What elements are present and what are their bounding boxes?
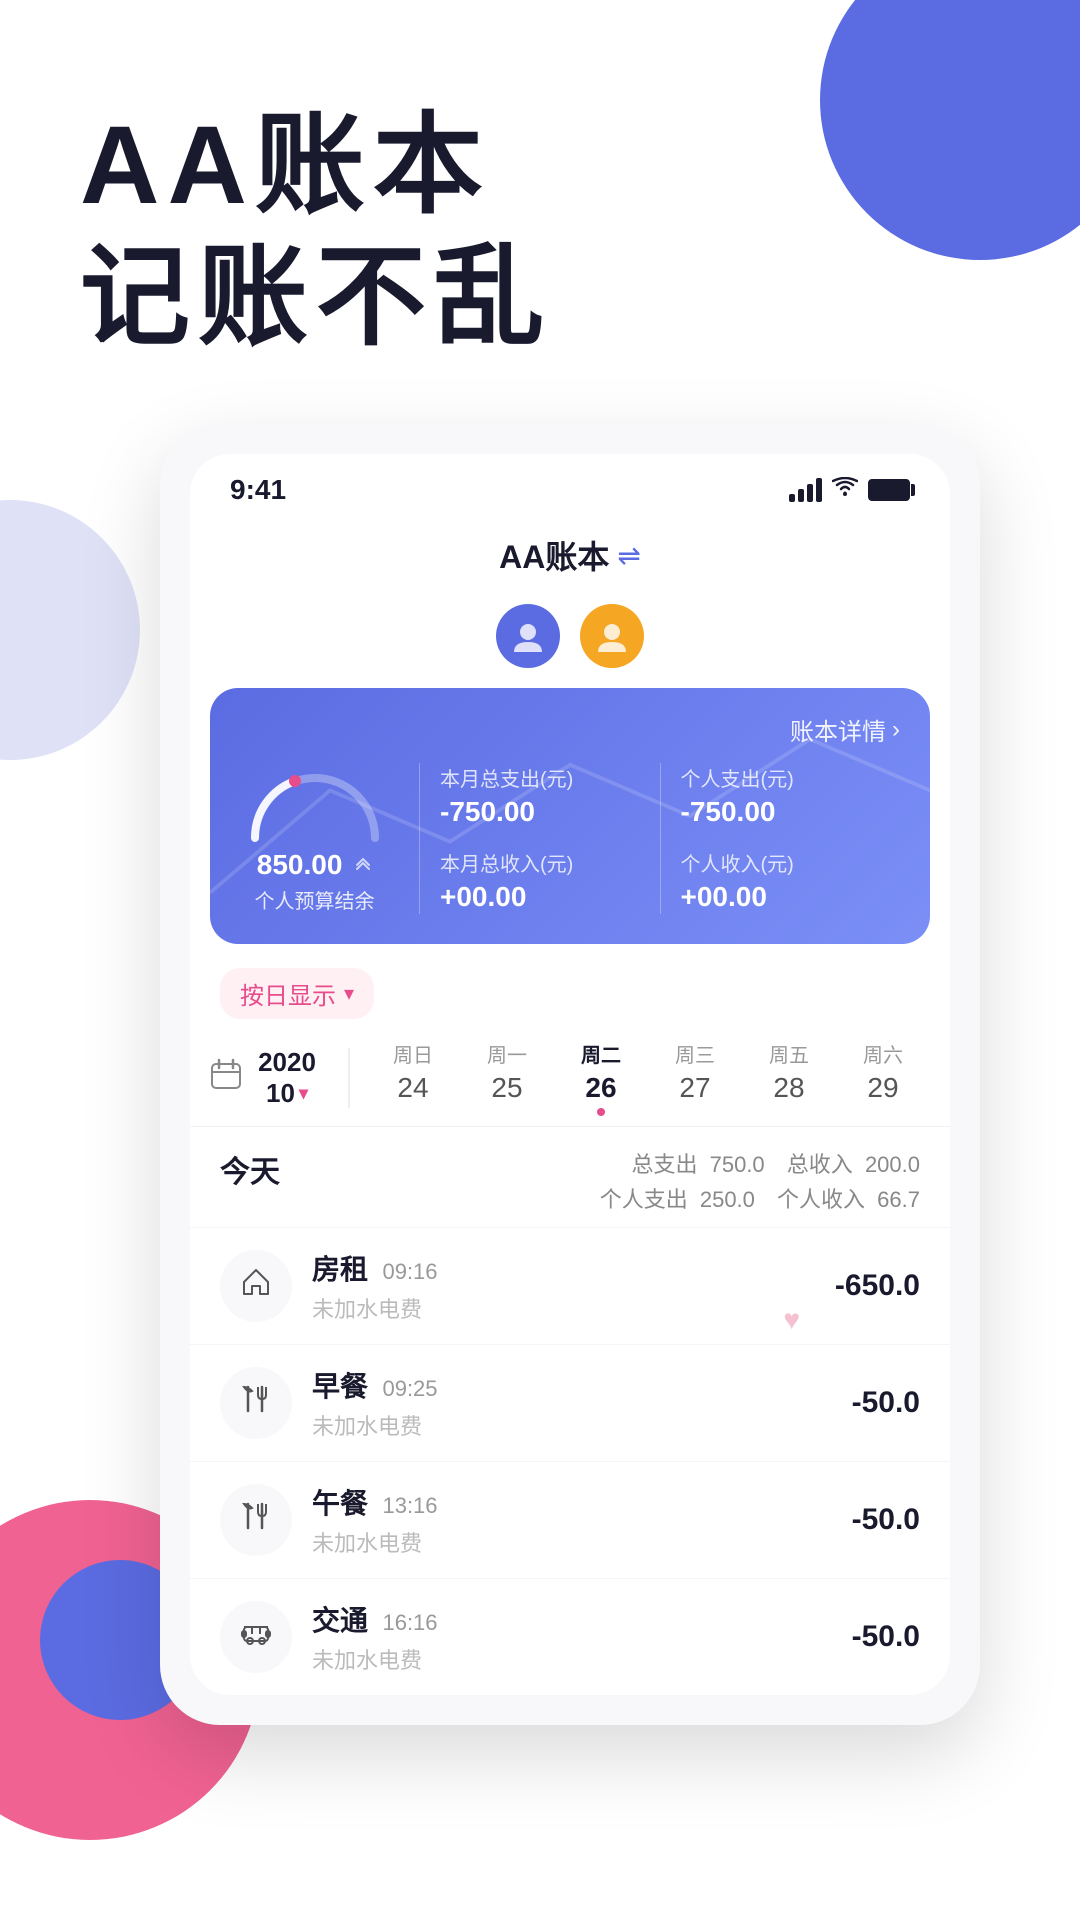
cal-divider xyxy=(348,1048,350,1108)
day-filter-button[interactable]: 按日显示 ▾ xyxy=(220,968,374,1019)
phone-wrapper: 9:41 xyxy=(160,424,980,1725)
day-filter-row: 按日显示 ▾ ♥ xyxy=(190,944,950,1029)
trans-time: 13:16 xyxy=(382,1493,437,1518)
battery-icon xyxy=(868,479,910,501)
today-label: 今天 xyxy=(220,1147,280,1191)
trans-sub: 未加水电费 xyxy=(312,1292,835,1324)
cal-mon-arrow: ▾ xyxy=(299,1083,308,1104)
transaction-item-1[interactable]: 早餐 09:25 未加水电费 -50.0 xyxy=(190,1344,950,1461)
avatar-orange[interactable] xyxy=(580,604,644,668)
avatar-blue[interactable] xyxy=(496,604,560,668)
transaction-item-0[interactable]: 房租 09:16 未加水电费 -650.0 xyxy=(190,1227,950,1344)
trans-icon-wrap xyxy=(220,1601,292,1673)
switch-icon[interactable]: ⇌ xyxy=(617,539,640,572)
gauge-container xyxy=(245,763,385,843)
cal-mon: 10 ▾ xyxy=(266,1078,308,1109)
cal-month: 2020 10 ▾ xyxy=(252,1047,332,1109)
active-day-dot xyxy=(597,1108,605,1116)
trans-icon-transport xyxy=(240,1617,272,1657)
personal-expense-label: 个人支出 xyxy=(600,1187,688,1212)
trans-sub: 未加水电费 xyxy=(312,1643,852,1675)
trans-amount: -50.0 xyxy=(852,1503,920,1537)
trans-name: 午餐 xyxy=(312,1488,368,1519)
phone-screen: 9:41 xyxy=(190,454,950,1695)
personal-expense-value: 250.0 xyxy=(700,1187,755,1212)
transaction-item-2[interactable]: 午餐 13:16 未加水电费 -50.0 xyxy=(190,1461,950,1578)
hero-section: AA账本 记账不乱 xyxy=(0,0,1080,364)
hero-title-line2: 记账不乱 xyxy=(80,232,1000,364)
cal-day-27[interactable]: 周三 27 xyxy=(665,1039,725,1116)
status-bar: 9:41 xyxy=(190,454,950,516)
trans-info: 交通 16:16 未加水电费 xyxy=(312,1599,852,1675)
cal-day-28[interactable]: 周五 28 xyxy=(759,1039,819,1116)
phone-mockup: 9:41 xyxy=(160,424,980,1725)
trans-sub: 未加水电费 xyxy=(312,1526,852,1558)
trans-time: 09:16 xyxy=(382,1259,437,1284)
transaction-list: 房租 09:16 未加水电费 -650.0 早餐 09:25 未加水电费 -50… xyxy=(190,1227,950,1695)
trans-name: 房租 xyxy=(312,1254,368,1285)
trans-info: 房租 09:16 未加水电费 xyxy=(312,1248,835,1324)
trans-icon-wrap xyxy=(220,1367,292,1439)
cal-days: 周日 24 周一 25 周二 26 周三 27 周五 28 周六 29 xyxy=(366,1039,930,1116)
trans-time: 16:16 xyxy=(382,1610,437,1635)
cal-day-29[interactable]: 周六 29 xyxy=(853,1039,913,1116)
calendar-icon xyxy=(210,1058,242,1098)
trans-amount: -50.0 xyxy=(852,1386,920,1420)
deco-heart: ♥ xyxy=(783,1304,800,1336)
wifi-icon xyxy=(832,477,858,503)
trans-icon-food xyxy=(240,1383,272,1423)
avatar-row xyxy=(190,594,950,668)
total-income-label: 总收入 xyxy=(787,1152,853,1177)
cal-day-26[interactable]: 周二 26 xyxy=(571,1039,631,1116)
trans-icon-wrap xyxy=(220,1484,292,1556)
personal-income-value: 66.7 xyxy=(877,1187,920,1212)
app-header: AA账本 ⇌ xyxy=(190,516,950,594)
status-time: 9:41 xyxy=(230,474,286,506)
calendar-row: 2020 10 ▾ 周日 24 周一 25 周二 26 周三 27 周五 28 xyxy=(190,1029,950,1126)
trans-amount: -50.0 xyxy=(852,1620,920,1654)
day-filter-arrow: ▾ xyxy=(344,981,354,1006)
trans-amount: -650.0 xyxy=(835,1269,920,1303)
app-title: AA账本 xyxy=(499,532,609,578)
personal-income-label: 个人收入 xyxy=(777,1187,865,1212)
cal-day-24[interactable]: 周日 24 xyxy=(383,1039,443,1116)
today-stats: 总支出 750.0 总收入 200.0 个人支出 250.0 个人收入 66.7 xyxy=(600,1147,920,1217)
status-icons xyxy=(789,477,910,503)
bg-circle-blue-left xyxy=(0,500,140,760)
stats-card: 账本详情 › xyxy=(210,688,930,944)
trans-time: 09:25 xyxy=(382,1376,437,1401)
total-expense-label: 总支出 xyxy=(631,1152,697,1177)
trans-name: 交通 xyxy=(312,1605,368,1636)
trans-icon-home xyxy=(240,1266,272,1306)
signal-icon xyxy=(789,478,822,502)
trans-info: 午餐 13:16 未加水电费 xyxy=(312,1482,852,1558)
trans-icon-wrap xyxy=(220,1250,292,1322)
trans-icon-food xyxy=(240,1500,272,1540)
total-income-value: 200.0 xyxy=(865,1152,920,1177)
cal-year: 2020 xyxy=(258,1047,316,1078)
trans-info: 早餐 09:25 未加水电费 xyxy=(312,1365,852,1441)
cal-day-25[interactable]: 周一 25 xyxy=(477,1039,537,1116)
trans-name: 早餐 xyxy=(312,1371,368,1402)
total-expense-value: 750.0 xyxy=(710,1152,765,1177)
hero-title-line1: AA账本 xyxy=(80,100,1000,232)
today-header: 今天 总支出 750.0 总收入 200.0 个人支出 250.0 xyxy=(190,1126,950,1227)
trans-sub: 未加水电费 xyxy=(312,1409,852,1441)
transaction-item-3[interactable]: 交通 16:16 未加水电费 -50.0 xyxy=(190,1578,950,1695)
